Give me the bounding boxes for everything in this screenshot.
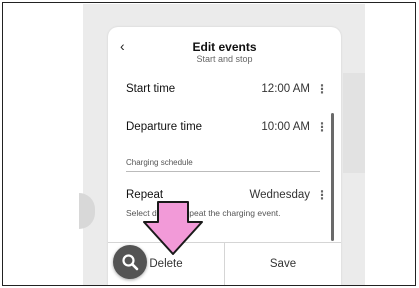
departure-time-row[interactable]: Departure time 10:00 AM ⋮: [126, 120, 328, 141]
repeat-label: Repeat: [126, 189, 164, 201]
start-time-value: 12:00 AM: [261, 83, 310, 95]
departure-time-value: 10:00 AM: [261, 121, 310, 133]
start-time-label: Start time: [126, 83, 176, 95]
section-divider: [126, 171, 320, 172]
section-label-charging-schedule: Charging schedule: [126, 158, 193, 167]
more-vertical-icon[interactable]: ⋮: [316, 82, 328, 96]
page-title: Edit events: [192, 40, 257, 54]
repeat-value: Wednesday: [249, 189, 310, 201]
departure-time-label: Departure time: [126, 121, 203, 133]
more-vertical-icon[interactable]: ⋮: [316, 120, 328, 134]
more-vertical-icon[interactable]: ⋮: [316, 188, 328, 202]
down-arrow-icon: [143, 201, 203, 255]
save-button[interactable]: Save: [225, 243, 341, 285]
screenshot-frame: ‹ Edit events Start and stop Start time …: [2, 2, 416, 286]
background-band: [343, 73, 365, 173]
search-icon: [122, 254, 139, 271]
scrollbar[interactable]: [331, 113, 334, 241]
start-time-row[interactable]: Start time 12:00 AM ⋮: [126, 82, 328, 103]
page-subtitle: Start and stop: [196, 54, 253, 64]
search-button[interactable]: [113, 245, 147, 279]
